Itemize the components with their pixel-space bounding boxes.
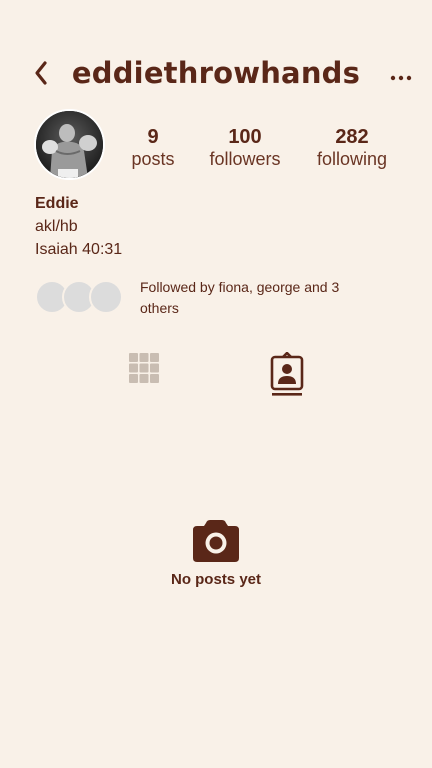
mutual-avatar bbox=[89, 280, 123, 314]
profile-bio: Eddie akl/hb Isaiah 40:31 bbox=[35, 193, 122, 261]
bio-line-2: Isaiah 40:31 bbox=[35, 241, 123, 258]
more-options-button[interactable] bbox=[386, 66, 416, 90]
following-label: following bbox=[316, 149, 388, 169]
posts-label: posts bbox=[131, 149, 175, 169]
empty-state-text: No posts yet bbox=[170, 571, 261, 588]
following-count: 282 bbox=[335, 126, 369, 148]
camera-icon bbox=[193, 520, 239, 562]
more-horizontal-icon bbox=[390, 75, 412, 81]
posts-count: 9 bbox=[147, 126, 159, 148]
followed-by-text[interactable]: Followed by fiona, george and 3 others bbox=[140, 277, 380, 319]
grid-icon bbox=[129, 353, 159, 383]
tagged-person-icon bbox=[270, 352, 304, 396]
tab-posts-grid[interactable] bbox=[124, 352, 164, 396]
avatar-photo bbox=[36, 111, 103, 178]
display-name: Eddie bbox=[35, 195, 79, 212]
followers-label: followers bbox=[209, 149, 281, 169]
bio-line-1: akl/hb bbox=[35, 218, 78, 235]
following-stat[interactable]: 282 following bbox=[308, 126, 396, 170]
followers-count: 100 bbox=[228, 126, 262, 148]
tab-tagged[interactable] bbox=[267, 352, 307, 396]
profile-username: eddiethrowhands bbox=[71, 56, 361, 90]
posts-stat[interactable]: 9 posts bbox=[119, 126, 187, 170]
profile-screen: eddiethrowhands 9 posts 100 followers 28… bbox=[0, 0, 432, 768]
profile-avatar[interactable] bbox=[34, 109, 105, 180]
followers-stat[interactable]: 100 followers bbox=[200, 126, 290, 170]
mutual-followers-avatars[interactable] bbox=[35, 280, 127, 314]
